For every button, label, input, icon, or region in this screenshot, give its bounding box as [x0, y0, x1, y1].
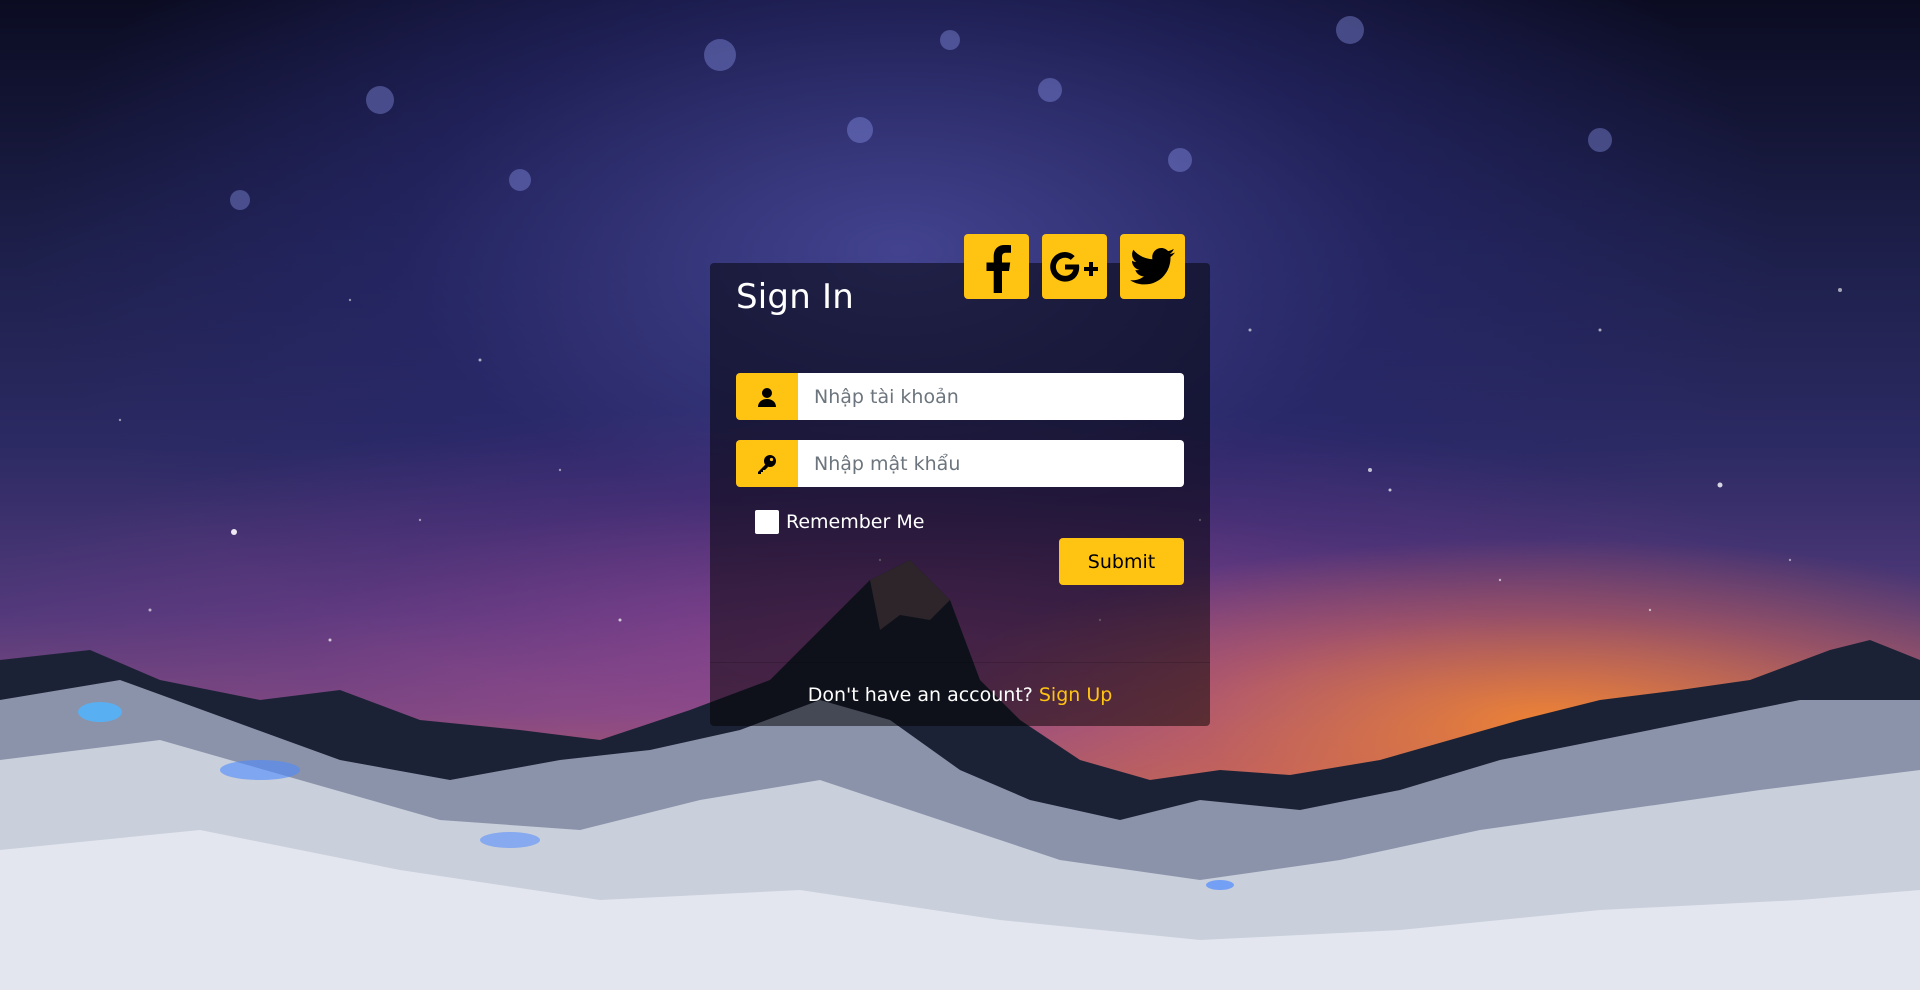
- key-icon: [736, 440, 798, 487]
- twitter-icon: [1129, 247, 1175, 284]
- username-group: [736, 373, 1184, 420]
- facebook-icon: [986, 244, 1011, 293]
- google-plus-icon: [1049, 251, 1098, 282]
- signup-prompt: Don't have an account?: [807, 683, 1033, 706]
- signup-link[interactable]: Sign Up: [1039, 684, 1112, 706]
- twitter-button[interactable]: [1120, 234, 1185, 299]
- password-input[interactable]: [798, 440, 1184, 487]
- facebook-button[interactable]: [964, 234, 1029, 299]
- social-icons: [964, 234, 1185, 299]
- card-footer: Don't have an account? Sign Up: [710, 662, 1210, 726]
- google-plus-button[interactable]: [1042, 234, 1107, 299]
- login-card: Sign In Nhập tài khoản Remember Me Submi…: [710, 234, 1210, 726]
- page: Sign In Nhập tài khoản Remember Me Submi…: [0, 0, 1920, 990]
- user-icon: [736, 373, 798, 420]
- submit-button[interactable]: Submit: [1059, 538, 1184, 585]
- username-input[interactable]: [798, 373, 1184, 420]
- remember-me-row: Remember Me: [755, 510, 924, 534]
- remember-me-label: Remember Me: [786, 511, 925, 533]
- remember-me-checkbox[interactable]: [755, 510, 779, 534]
- page-title: Sign In: [736, 277, 854, 317]
- password-group: [736, 440, 1184, 487]
